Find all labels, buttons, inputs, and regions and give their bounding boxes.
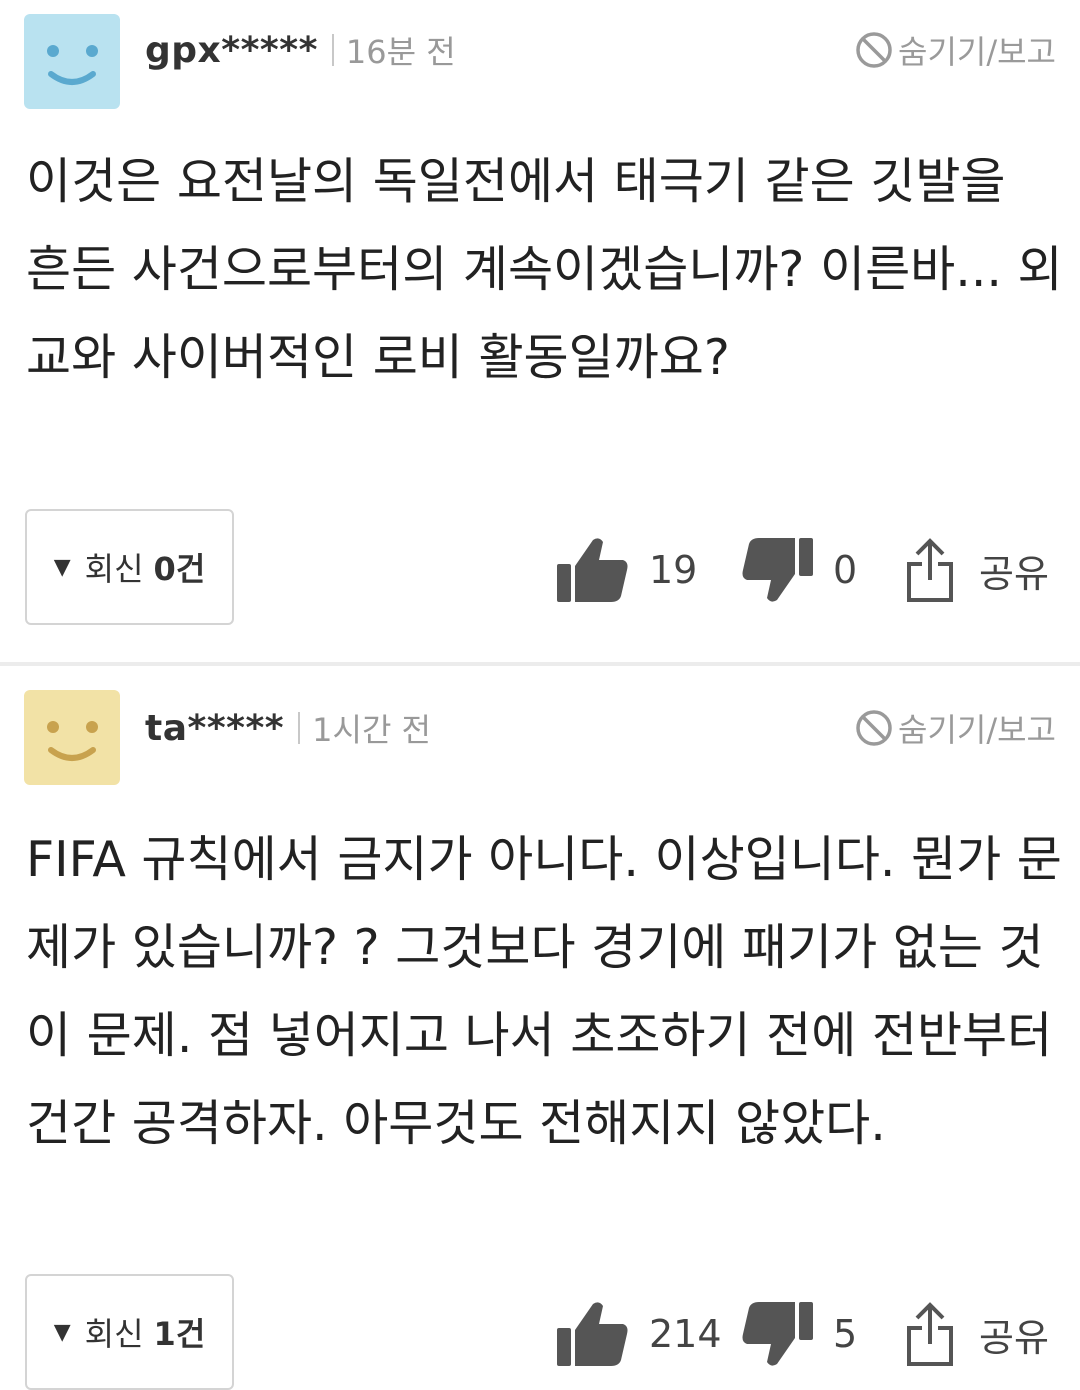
share-icon	[907, 538, 953, 602]
divider	[331, 34, 334, 66]
reply-button[interactable]: ▼ 회신 0건	[25, 509, 234, 625]
comment-meta: gpx***** 16분 전	[145, 26, 456, 74]
comment-meta: ta***** 1시간 전	[145, 704, 431, 752]
reply-count: 0건	[153, 550, 206, 588]
dislike-button[interactable]: 5	[741, 1294, 857, 1374]
avatar[interactable]	[24, 690, 120, 785]
share-label: 공유	[979, 1315, 1049, 1360]
dislike-button[interactable]: 0	[741, 530, 857, 610]
share-label: 공유	[979, 551, 1049, 596]
timestamp: 16분 전	[345, 33, 456, 71]
dislike-count: 0	[833, 548, 858, 592]
comment-text: 이것은 요전날의 독일전에서 태극기 같은 깃발을 흔든 사건으로부터의 계속이…	[26, 153, 1063, 386]
username[interactable]: gpx*****	[145, 30, 318, 71]
hide-report-button[interactable]: 숨기기/보고	[854, 706, 1056, 750]
share-icon	[907, 1302, 953, 1366]
avatar[interactable]	[24, 14, 120, 109]
thumbs-down-icon	[742, 538, 813, 602]
hide-report-button[interactable]: 숨기기/보고	[854, 28, 1056, 72]
reply-count: 1건	[153, 1315, 206, 1353]
smiley-face-icon	[47, 45, 98, 85]
comment-item: gpx***** 16분 전 숨기기/보고 이것은 요전날의 독일전에서 태극기…	[0, 0, 1080, 662]
reply-button[interactable]: ▼ 회신 1건	[25, 1274, 234, 1390]
hide-report-label: 숨기기/보고	[898, 33, 1056, 71]
triangle-down-icon: ▼	[53, 554, 71, 580]
block-icon	[856, 32, 892, 68]
comment-item: ta***** 1시간 전 숨기기/보고 FIFA 규칙에서 금지가 아니다. …	[0, 666, 1080, 1390]
comment-actions: 214 5 공유	[555, 1294, 1055, 1374]
timestamp: 1시간 전	[312, 711, 431, 749]
comment-actions: 19 0 공유	[555, 530, 1055, 610]
thumbs-up-icon	[557, 1302, 628, 1366]
share-button[interactable]: 공유	[905, 530, 1049, 610]
dislike-count: 5	[833, 1312, 858, 1356]
block-icon	[856, 710, 892, 746]
share-button[interactable]: 공유	[905, 1294, 1049, 1374]
hide-report-label: 숨기기/보고	[898, 711, 1056, 749]
smiley-face-icon	[47, 721, 98, 761]
comment-text: FIFA 규칙에서 금지가 아니다. 이상입니다. 뭔가 문제가 있습니까? ?…	[26, 831, 1062, 1152]
like-count: 214	[649, 1312, 722, 1356]
reply-label: 회신	[84, 1315, 144, 1353]
divider	[298, 712, 301, 744]
like-button[interactable]: 19	[555, 530, 697, 610]
thumbs-up-icon	[557, 538, 628, 602]
like-button[interactable]: 214	[555, 1294, 722, 1374]
username[interactable]: ta*****	[145, 708, 284, 749]
like-count: 19	[649, 548, 698, 592]
triangle-down-icon: ▼	[53, 1319, 71, 1345]
reply-label: 회신	[84, 550, 144, 588]
thumbs-down-icon	[742, 1302, 813, 1366]
